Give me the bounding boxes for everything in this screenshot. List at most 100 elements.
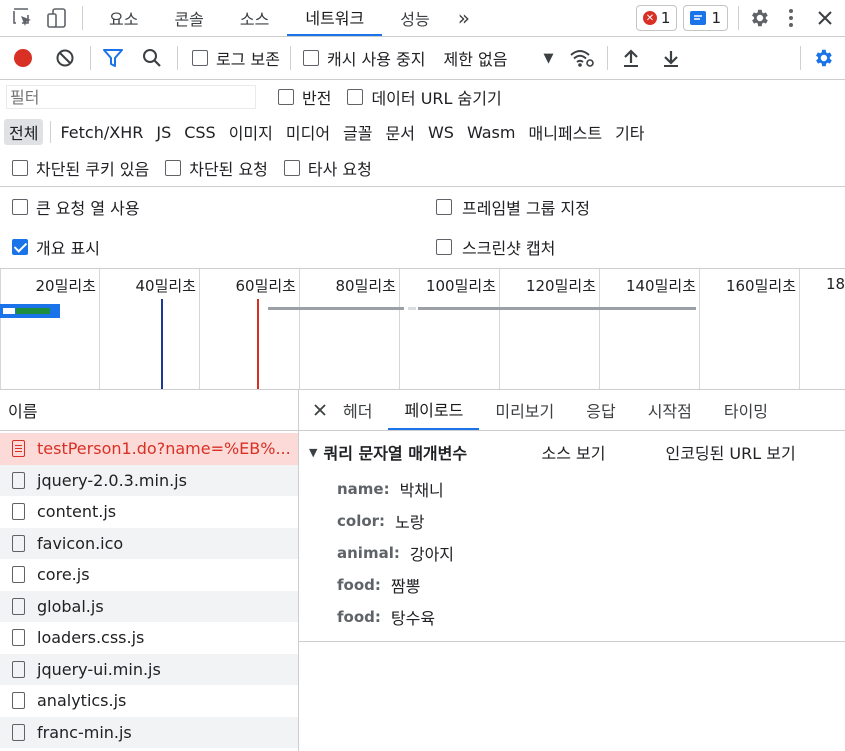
record-button[interactable] — [12, 47, 34, 69]
blocked-requests-checkbox[interactable] — [165, 160, 182, 176]
request-row[interactable]: jquery-2.0.3.min.js — [0, 464, 298, 496]
tab-payload[interactable]: 페이로드 — [388, 390, 480, 430]
type-filter-manifest[interactable]: 매니페스트 — [523, 119, 607, 145]
invert-checkbox[interactable] — [278, 89, 294, 105]
tab-sources[interactable]: 소스 — [222, 0, 287, 36]
big-request-rows-checkbox[interactable] — [12, 199, 28, 215]
type-filter-other[interactable]: 기타 — [610, 119, 649, 145]
request-row[interactable]: loaders.css.js — [0, 622, 298, 654]
document-file-icon — [12, 440, 25, 458]
third-party-label: 타사 요청 — [307, 160, 372, 179]
request-row[interactable]: core.js — [0, 559, 298, 591]
type-filter-img[interactable]: 이미지 — [224, 119, 278, 145]
collapse-triangle-icon[interactable]: ▼ — [309, 446, 317, 459]
file-icon — [12, 471, 25, 489]
tab-elements[interactable]: 요소 — [91, 0, 156, 36]
record-icon — [14, 49, 32, 67]
disable-cache-checkbox[interactable] — [302, 50, 319, 66]
group-by-frame-checkbox[interactable] — [436, 199, 452, 215]
timeline-tick-label: 18 — [826, 275, 845, 293]
capture-screenshots-checkbox[interactable] — [436, 239, 452, 255]
import-har-upload-icon[interactable] — [620, 47, 642, 69]
blocked-cookies-checkbox[interactable] — [12, 160, 28, 176]
request-row[interactable]: analytics.js — [0, 685, 298, 717]
payload-section: ▼ 쿼리 문자열 매개변수 소스 보기 인코딩된 URL 보기 name: 박채니… — [299, 431, 845, 642]
request-name: favicon.ico — [37, 533, 124, 553]
network-settings-gear-icon[interactable] — [811, 46, 835, 70]
type-filter-doc[interactable]: 문서 — [381, 119, 420, 145]
message-count: 1 — [711, 9, 721, 27]
capture-screenshots-label: 스크린샷 캡처 — [462, 239, 556, 258]
export-har-download-icon[interactable] — [660, 47, 682, 69]
tab-response[interactable]: 응답 — [570, 390, 631, 430]
view-url-encoded-link[interactable]: 인코딩된 URL 보기 — [665, 440, 795, 464]
inspect-element-icon[interactable] — [12, 7, 34, 29]
request-name: franc-min.js — [37, 722, 132, 742]
preserve-log-label: 로그 보존 — [216, 50, 280, 69]
settings-gear-icon[interactable] — [747, 6, 771, 30]
filter-funnel-icon[interactable] — [101, 47, 125, 69]
request-row[interactable]: favicon.ico — [0, 527, 298, 559]
file-icon — [12, 534, 25, 552]
file-icon — [12, 692, 25, 710]
type-filter-wasm[interactable]: Wasm — [462, 119, 521, 145]
name-column-label: 이름 — [8, 402, 38, 421]
timeline-tick-label: 20밀리초 — [35, 277, 97, 295]
more-tabs-button[interactable]: » — [448, 0, 480, 36]
tab-performance[interactable]: 성능 — [382, 0, 447, 36]
more-options-icon[interactable] — [783, 6, 799, 30]
message-count-badge[interactable]: 1 — [683, 5, 728, 31]
tab-network[interactable]: 네트워크 — [287, 0, 383, 36]
preserve-log-checkbox[interactable] — [192, 50, 208, 66]
type-filter-js[interactable]: JS — [151, 119, 176, 145]
close-detail-icon[interactable] — [305, 404, 335, 416]
request-row[interactable]: jquery-ui.min.js — [0, 653, 298, 685]
throttling-select[interactable]: 제한 없음 ▼ — [443, 46, 553, 70]
blocked-filter-bar: 차단된 쿠키 있음 차단된 요청 타사 요청 — [0, 150, 845, 187]
show-overview-checkbox[interactable] — [12, 239, 28, 255]
param-name: food: — [337, 608, 381, 626]
request-list-pane: 이름 testPerson1.do?name=%EB%... jquery-2.… — [0, 390, 299, 751]
tab-preview[interactable]: 미리보기 — [479, 390, 570, 430]
clear-icon — [56, 49, 74, 67]
search-icon[interactable] — [141, 47, 163, 69]
request-name: analytics.js — [37, 691, 127, 711]
type-filter-font[interactable]: 글꼴 — [338, 119, 377, 145]
timeline-request-bar — [408, 307, 416, 310]
request-row[interactable]: content.js — [0, 496, 298, 528]
query-params-title[interactable]: 쿼리 문자열 매개변수 — [323, 440, 541, 464]
network-conditions-wifi-icon[interactable] — [569, 47, 595, 69]
close-devtools-icon[interactable] — [815, 8, 835, 28]
tab-headers[interactable]: 헤더 — [335, 390, 388, 430]
filter-input[interactable] — [6, 85, 256, 109]
request-name: loaders.css.js — [37, 628, 145, 648]
type-filter-all[interactable]: 전체 — [4, 119, 44, 145]
type-filter-ws[interactable]: WS — [423, 119, 459, 145]
load-event-line — [257, 299, 259, 389]
view-source-link[interactable]: 소스 보기 — [541, 440, 665, 464]
device-toolbar-icon[interactable] — [46, 7, 68, 29]
filter-bar: 반전 데이터 URL 숨기기 — [0, 80, 845, 114]
throttling-value: 제한 없음 — [443, 50, 508, 69]
tab-console[interactable]: 콘솔 — [156, 0, 221, 36]
hide-data-urls-label: 데이터 URL 숨기기 — [371, 89, 502, 108]
tab-initiator[interactable]: 시작점 — [632, 390, 708, 430]
type-filter-fetch-xhr[interactable]: Fetch/XHR — [55, 119, 148, 145]
error-count-badge[interactable]: ✕ 1 — [635, 5, 678, 31]
type-filter-css[interactable]: CSS — [179, 119, 220, 145]
clear-button[interactable] — [54, 47, 76, 69]
dropdown-arrow-icon: ▼ — [543, 50, 554, 66]
timeline-tick-label: 40밀리초 — [135, 277, 197, 295]
hide-data-urls-checkbox[interactable] — [347, 89, 364, 105]
request-row[interactable]: global.js — [0, 590, 298, 622]
request-list: testPerson1.do?name=%EB%... jquery-2.0.3… — [0, 431, 298, 748]
timeline-tick-label: 100밀리초 — [425, 277, 496, 295]
request-row[interactable]: franc-min.js — [0, 716, 298, 748]
tab-timing[interactable]: 타이밍 — [708, 390, 784, 430]
request-detail-pane: 헤더 페이로드 미리보기 응답 시작점 타이밍 ▼ 쿼리 문자열 매개변수 소스… — [299, 390, 845, 751]
third-party-checkbox[interactable] — [283, 160, 300, 176]
network-overview-timeline[interactable]: 20밀리초 40밀리초 60밀리초 80밀리초 100밀리초 120밀리초 14… — [0, 268, 845, 390]
name-column-header[interactable]: 이름 — [0, 390, 298, 431]
request-row[interactable]: testPerson1.do?name=%EB%... — [0, 433, 298, 465]
type-filter-media[interactable]: 미디어 — [281, 119, 335, 145]
